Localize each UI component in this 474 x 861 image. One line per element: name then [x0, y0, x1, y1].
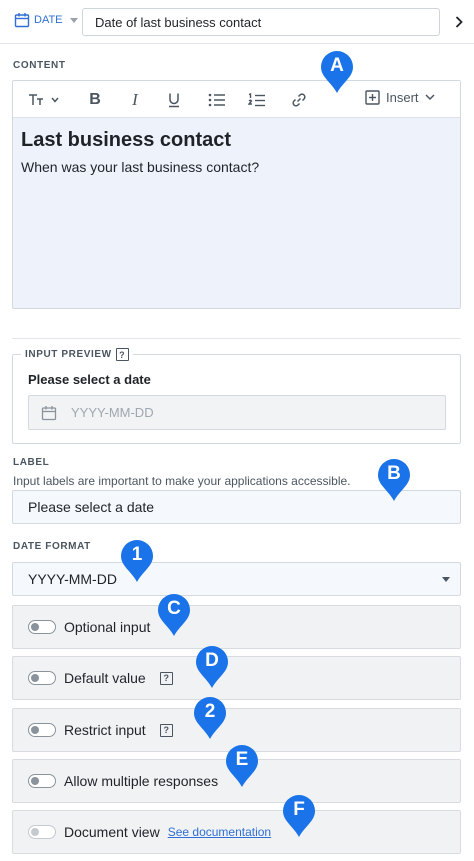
editor-content[interactable]: Last business contact When was your last…	[21, 129, 259, 175]
help-icon[interactable]: ?	[159, 723, 173, 737]
insert-label: Insert	[386, 90, 419, 105]
caret-down-icon	[442, 577, 450, 582]
content-section-label: CONTENT	[13, 60, 66, 71]
rich-text-editor: B I Insert Last business contact When wa…	[12, 80, 461, 309]
allow-multiple-responses-label: Allow multiple responses	[64, 773, 219, 789]
text-size-icon	[29, 94, 59, 105]
document-view-label: Document view	[64, 824, 160, 840]
insert-menu-button[interactable]: Insert	[365, 90, 435, 105]
annotation-marker-a: A	[320, 50, 354, 94]
input-preview-legend: INPUT PREVIEW ?	[21, 348, 133, 361]
italic-icon: I	[132, 90, 138, 109]
optional-input-label: Optional input	[64, 619, 151, 635]
numbered-list-button[interactable]	[247, 90, 267, 110]
annotation-marker-b: B	[377, 458, 411, 502]
chevron-right-icon	[455, 16, 463, 28]
italic-button[interactable]: I	[127, 90, 143, 110]
document-view-toggle[interactable]	[28, 825, 56, 839]
restrict-input-label: Restrict input	[64, 722, 146, 738]
annotation-marker-c: C	[157, 593, 191, 637]
document-view-row: Document view See documentation	[12, 810, 461, 854]
link-icon	[292, 93, 306, 107]
preview-date-input: YYYY-MM-DD	[28, 395, 446, 430]
question-type-label: DATE	[34, 14, 63, 26]
link-button[interactable]	[289, 90, 309, 110]
content-body: When was your last business contact?	[21, 159, 260, 175]
bold-button[interactable]: B	[87, 90, 103, 110]
default-value-toggle[interactable]	[28, 671, 56, 685]
calendar-icon	[14, 13, 30, 28]
input-preview-label: INPUT PREVIEW	[25, 349, 112, 360]
help-icon[interactable]: ?	[159, 671, 173, 685]
bold-icon: B	[89, 91, 101, 108]
date-format-section-label: DATE FORMAT	[13, 541, 91, 552]
restrict-input-toggle[interactable]	[28, 723, 56, 737]
next-button[interactable]	[452, 13, 466, 31]
date-format-select[interactable]: YYYY-MM-DD	[12, 562, 461, 596]
plus-box-icon	[365, 90, 380, 105]
font-size-button[interactable]	[27, 90, 63, 110]
annotation-marker-1: 1	[120, 539, 154, 583]
content-heading: Last business contact	[21, 129, 232, 151]
chevron-down-icon	[69, 17, 78, 23]
bullet-list-button[interactable]	[207, 90, 227, 110]
annotation-marker-e: E	[225, 744, 259, 788]
optional-input-toggle[interactable]	[28, 620, 56, 634]
allow-multiple-responses-toggle[interactable]	[28, 774, 56, 788]
preview-field-label: Please select a date	[28, 372, 151, 387]
section-divider	[12, 338, 461, 339]
underline-icon	[169, 93, 179, 108]
label-help-text: Input labels are important to make your …	[13, 474, 351, 488]
default-value-row: Default value ?	[12, 656, 461, 700]
label-section-label: LABEL	[13, 457, 50, 468]
annotation-marker-2: 2	[193, 696, 227, 740]
calendar-icon	[41, 405, 57, 420]
question-type-selector[interactable]: DATE	[14, 12, 78, 28]
question-title-input[interactable]	[82, 8, 440, 36]
annotation-marker-f: F	[282, 794, 316, 838]
help-icon[interactable]: ?	[115, 348, 129, 361]
annotation-marker-d: D	[195, 645, 229, 689]
date-format-value: YYYY-MM-DD	[28, 571, 117, 587]
chevron-down-icon	[424, 94, 435, 101]
optional-input-row: Optional input	[12, 605, 461, 649]
bullet-list-icon	[208, 93, 225, 107]
input-preview-panel: INPUT PREVIEW ? Please select a date YYY…	[12, 348, 461, 444]
numbered-list-icon	[248, 92, 265, 106]
editor-toolbar: B I Insert	[13, 81, 460, 118]
see-documentation-link[interactable]: See documentation	[168, 825, 271, 839]
date-placeholder: YYYY-MM-DD	[71, 405, 154, 420]
underline-button[interactable]	[165, 90, 183, 110]
default-value-label: Default value	[64, 670, 146, 686]
question-header: DATE	[0, 0, 474, 44]
